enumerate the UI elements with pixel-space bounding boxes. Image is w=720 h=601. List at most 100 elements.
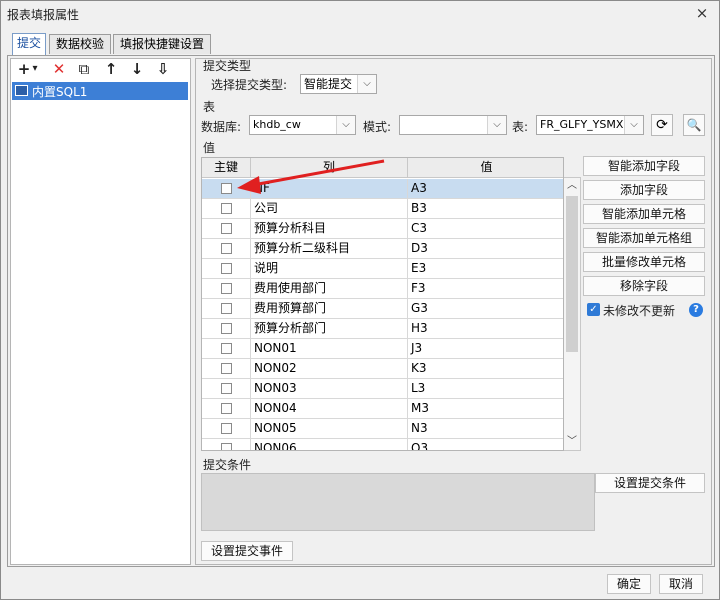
- scroll-down-icon[interactable]: ﹀: [564, 434, 580, 450]
- column-cell[interactable]: NON05: [251, 419, 408, 439]
- table-select[interactable]: FR_GLFY_YSMX ⌵: [536, 115, 644, 135]
- batch-modify-cell-button[interactable]: 批量修改单元格: [583, 252, 705, 272]
- primary-key-checkbox[interactable]: [221, 303, 232, 314]
- table-row[interactable]: NON06 O3: [202, 439, 563, 450]
- value-cell[interactable]: B3: [408, 199, 563, 219]
- report-fill-properties-dialog: 报表填报属性 × 提交 数据校验 填报快捷键设置 + ▾ ✕ ⧉ ↑ ↓ ⇩ 内…: [0, 0, 720, 600]
- table-row[interactable]: NON01 J3: [202, 339, 563, 359]
- primary-key-cell: [202, 179, 251, 199]
- column-cell[interactable]: NON03: [251, 379, 408, 399]
- field-mapping-table: 主键 列 值 NF A3 公司 B3 预算分析科目 C3 预算分析二级科目 D3 说明 E3 费用使…: [201, 157, 564, 451]
- submit-type-select[interactable]: 智能提交 ⌵: [300, 74, 377, 94]
- primary-key-checkbox[interactable]: [221, 443, 232, 450]
- refresh-icon[interactable]: ⟳: [651, 114, 673, 136]
- value-cell[interactable]: G3: [408, 299, 563, 319]
- primary-key-checkbox[interactable]: [221, 323, 232, 334]
- no-update-label: 未修改不更新: [603, 304, 676, 318]
- help-icon[interactable]: ?: [689, 303, 703, 317]
- value-cell[interactable]: C3: [408, 219, 563, 239]
- table-row[interactable]: NF A3: [202, 179, 563, 199]
- delete-icon[interactable]: ✕: [49, 59, 69, 79]
- schema-label: 模式:: [363, 120, 392, 134]
- value-cell[interactable]: M3: [408, 399, 563, 419]
- condition-section-title: 提交条件: [203, 458, 252, 472]
- ok-button[interactable]: 确定: [607, 574, 651, 594]
- primary-key-checkbox[interactable]: [221, 283, 232, 294]
- header-primary-key: 主键: [202, 158, 251, 178]
- preview-table-icon[interactable]: 🔍: [683, 114, 705, 136]
- database-select[interactable]: khdb_cw ⌵: [249, 115, 356, 135]
- column-cell[interactable]: 费用预算部门: [251, 299, 408, 319]
- primary-key-checkbox[interactable]: [221, 243, 232, 254]
- column-cell[interactable]: 预算分析部门: [251, 319, 408, 339]
- value-cell[interactable]: K3: [408, 359, 563, 379]
- table-scrollbar[interactable]: ︿ ﹀: [564, 177, 581, 451]
- schema-select[interactable]: ⌵: [399, 115, 507, 135]
- column-cell[interactable]: 费用使用部门: [251, 279, 408, 299]
- cancel-button[interactable]: 取消: [659, 574, 703, 594]
- primary-key-checkbox[interactable]: [221, 363, 232, 374]
- smart-add-cell-group-button[interactable]: 智能添加单元格组: [583, 228, 705, 248]
- table-row[interactable]: 费用使用部门 F3: [202, 279, 563, 299]
- table-row[interactable]: NON04 M3: [202, 399, 563, 419]
- move-up-icon[interactable]: ↑: [101, 59, 121, 79]
- smart-add-field-button[interactable]: 智能添加字段: [583, 156, 705, 176]
- column-cell[interactable]: 预算分析二级科目: [251, 239, 408, 259]
- primary-key-cell: [202, 239, 251, 259]
- column-cell[interactable]: NON04: [251, 399, 408, 419]
- tree-item-sql1[interactable]: 内置SQL1: [12, 82, 188, 100]
- primary-key-checkbox[interactable]: [221, 423, 232, 434]
- primary-key-checkbox[interactable]: [221, 403, 232, 414]
- table-row[interactable]: 预算分析二级科目 D3: [202, 239, 563, 259]
- table-row[interactable]: 费用预算部门 G3: [202, 299, 563, 319]
- column-cell[interactable]: NON06: [251, 439, 408, 450]
- value-cell[interactable]: D3: [408, 239, 563, 259]
- set-submit-condition-button[interactable]: 设置提交条件: [595, 473, 705, 493]
- table-row[interactable]: NON02 K3: [202, 359, 563, 379]
- smart-add-cell-button[interactable]: 智能添加单元格: [583, 204, 705, 224]
- sort-icon[interactable]: ⇩: [153, 59, 173, 79]
- close-icon[interactable]: ×: [691, 3, 713, 23]
- column-cell[interactable]: NF: [251, 179, 408, 199]
- tab-submit[interactable]: 提交: [12, 33, 46, 55]
- primary-key-cell: [202, 259, 251, 279]
- value-cell[interactable]: O3: [408, 439, 563, 450]
- chevron-down-icon: ⌵: [487, 116, 506, 134]
- primary-key-checkbox[interactable]: [221, 263, 232, 274]
- value-cell[interactable]: F3: [408, 279, 563, 299]
- add-field-button[interactable]: 添加字段: [583, 180, 705, 200]
- primary-key-checkbox[interactable]: [221, 203, 232, 214]
- value-cell[interactable]: E3: [408, 259, 563, 279]
- table-row[interactable]: NON05 N3: [202, 419, 563, 439]
- primary-key-checkbox[interactable]: [221, 183, 232, 194]
- move-down-icon[interactable]: ↓: [127, 59, 147, 79]
- table-row[interactable]: NON03 L3: [202, 379, 563, 399]
- primary-key-checkbox[interactable]: [221, 383, 232, 394]
- value-cell[interactable]: H3: [408, 319, 563, 339]
- scroll-thumb[interactable]: [566, 196, 578, 352]
- column-cell[interactable]: 预算分析科目: [251, 219, 408, 239]
- value-cell[interactable]: L3: [408, 379, 563, 399]
- add-dropdown-icon[interactable]: ▾: [30, 59, 40, 79]
- value-cell[interactable]: N3: [408, 419, 563, 439]
- column-cell[interactable]: NON01: [251, 339, 408, 359]
- table-row[interactable]: 公司 B3: [202, 199, 563, 219]
- remove-field-button[interactable]: 移除字段: [583, 276, 705, 296]
- primary-key-checkbox[interactable]: [221, 343, 232, 354]
- copy-icon[interactable]: ⧉: [74, 59, 94, 79]
- primary-key-checkbox[interactable]: [221, 223, 232, 234]
- no-update-checkbox[interactable]: ✓: [587, 303, 600, 316]
- column-cell[interactable]: 公司: [251, 199, 408, 219]
- tab-shortcut-settings[interactable]: 填报快捷键设置: [113, 34, 211, 54]
- table-row[interactable]: 预算分析部门 H3: [202, 319, 563, 339]
- table-row[interactable]: 预算分析科目 C3: [202, 219, 563, 239]
- value-cell[interactable]: A3: [408, 179, 563, 199]
- tab-data-validation[interactable]: 数据校验: [49, 34, 111, 54]
- primary-key-cell: [202, 359, 251, 379]
- scroll-up-icon[interactable]: ︿: [564, 178, 580, 194]
- table-row[interactable]: 说明 E3: [202, 259, 563, 279]
- set-submit-event-button[interactable]: 设置提交事件: [201, 541, 293, 561]
- column-cell[interactable]: 说明: [251, 259, 408, 279]
- value-cell[interactable]: J3: [408, 339, 563, 359]
- column-cell[interactable]: NON02: [251, 359, 408, 379]
